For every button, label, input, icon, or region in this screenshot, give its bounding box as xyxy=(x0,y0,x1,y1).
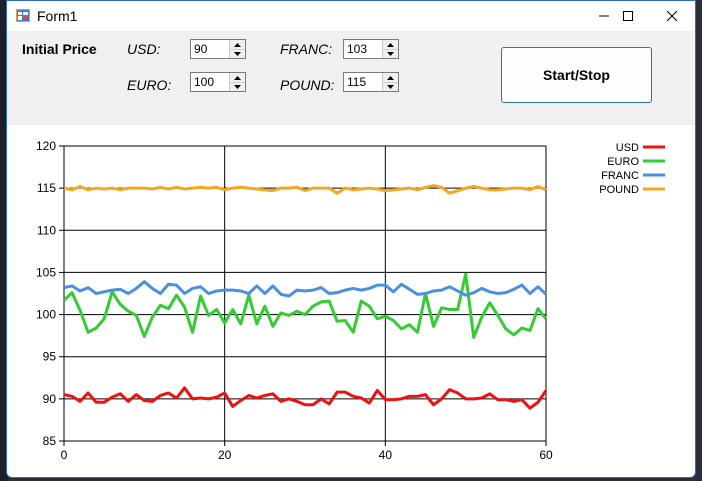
y-tick-label: 115 xyxy=(37,181,56,195)
arrow-down-icon xyxy=(387,51,394,56)
euro-value[interactable]: 100 xyxy=(194,75,214,89)
euro-label: EURO: xyxy=(127,77,172,93)
y-tick-label: 120 xyxy=(36,139,56,153)
series-line-franc xyxy=(63,280,548,298)
arrow-down-icon xyxy=(387,84,394,89)
maximize-icon xyxy=(623,11,633,21)
legend-label-euro: EURO xyxy=(607,156,639,168)
arrow-up-icon xyxy=(234,42,241,47)
pound-spinner[interactable]: 115 xyxy=(343,72,399,92)
y-tick-label: 90 xyxy=(43,392,57,406)
franc-spinner[interactable]: 103 xyxy=(343,39,399,59)
series-line-usd xyxy=(63,386,548,410)
window-title: Form1 xyxy=(37,8,78,24)
franc-label: FRANC: xyxy=(280,41,333,57)
x-tick-label: 40 xyxy=(379,448,393,462)
usd-spinner[interactable]: 90 xyxy=(190,39,246,59)
legend-label-pound: POUND xyxy=(599,184,639,196)
legend-label-franc: FRANC xyxy=(601,170,639,182)
app-icon xyxy=(16,9,30,22)
pound-value[interactable]: 115 xyxy=(347,75,366,89)
usd-down-button[interactable] xyxy=(230,49,245,58)
usd-label: USD: xyxy=(127,41,161,57)
x-tick-label: 0 xyxy=(61,448,68,462)
start-stop-button[interactable]: Start/Stop xyxy=(501,47,652,103)
arrow-up-icon xyxy=(387,75,394,80)
franc-down-button[interactable] xyxy=(383,49,398,58)
initial-price-label: Initial Price xyxy=(22,41,97,57)
y-tick-label: 95 xyxy=(43,350,57,364)
y-tick-label: 85 xyxy=(43,434,57,448)
arrow-up-icon xyxy=(234,75,241,80)
form-window: Form1 Initial Price USD: 90 EURO: 100 FR… xyxy=(6,0,696,478)
close-button[interactable] xyxy=(649,1,695,31)
pound-down-button[interactable] xyxy=(383,82,398,91)
close-icon xyxy=(666,10,678,22)
series-line-pound xyxy=(63,184,547,195)
pound-spinner-arrows xyxy=(382,73,398,91)
title-bar: Form1 xyxy=(7,1,695,31)
euro-down-button[interactable] xyxy=(230,82,245,91)
usd-value[interactable]: 90 xyxy=(194,42,207,56)
arrow-up-icon xyxy=(387,42,394,47)
currency-chart: 85 90 95 100 105 110 115 120 0 20 40 60 USD EURO FRANC… xyxy=(36,139,665,462)
maximize-button[interactable] xyxy=(605,1,651,31)
series-line-euro xyxy=(62,272,548,339)
y-tick-label: 110 xyxy=(37,223,56,237)
x-tick-label: 20 xyxy=(218,448,232,462)
legend-label-usd: USD xyxy=(616,142,639,154)
arrow-down-icon xyxy=(234,84,241,89)
euro-spinner[interactable]: 100 xyxy=(190,72,246,92)
pound-label: POUND: xyxy=(280,77,335,93)
y-tick-label: 100 xyxy=(36,308,56,322)
x-tick-label: 60 xyxy=(539,448,553,462)
euro-spinner-arrows xyxy=(229,73,245,91)
usd-spinner-arrows xyxy=(229,40,245,58)
franc-spinner-arrows xyxy=(382,40,398,58)
franc-value[interactable]: 103 xyxy=(347,42,367,56)
y-tick-label: 105 xyxy=(36,265,56,279)
arrow-down-icon xyxy=(234,51,241,56)
